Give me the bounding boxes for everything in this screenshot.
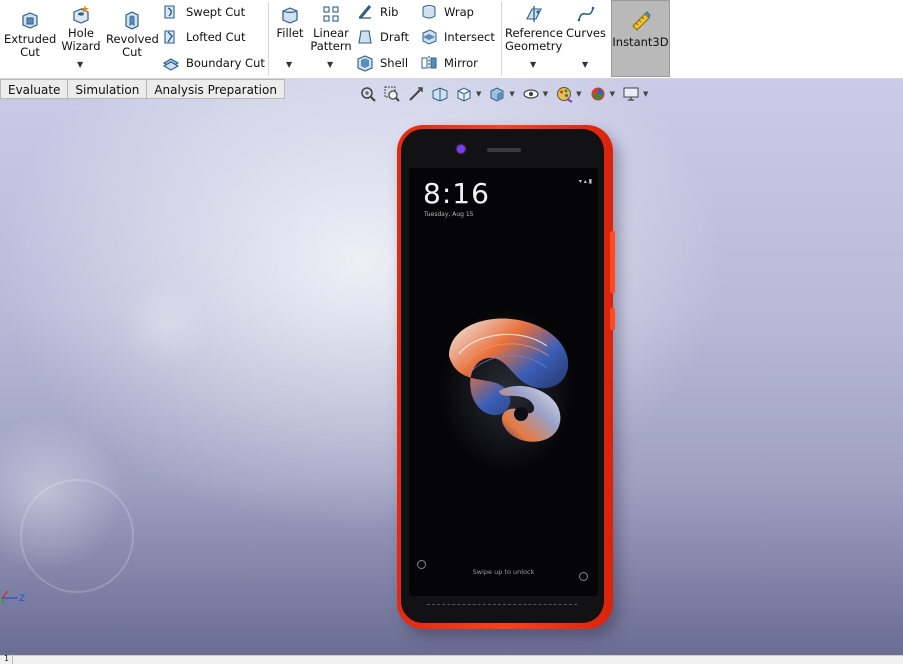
front-camera (457, 145, 465, 153)
revolved-cut-icon (125, 11, 139, 30)
boundary-cut-button[interactable]: Boundary Cut (162, 53, 265, 73)
heads-up-view-toolbar: ▼ ▼ ▼ ▼ ▼ ▼ (358, 83, 654, 105)
revolved-cut-label: Revolved Cut (106, 32, 159, 59)
phone-front-bezel: ▾ ▴ ▮ 8:16 Tuesday, Aug 15 Swipe up to u… (401, 129, 604, 623)
mirror-icon (421, 56, 437, 70)
volume-button (610, 231, 615, 293)
reference-geometry-dropdown-icon[interactable]: ▼ (530, 60, 536, 69)
rib-button[interactable]: Rib (356, 2, 399, 22)
command-manager-tabs: Evaluate Simulation Analysis Preparation (0, 79, 285, 100)
hole-wizard-icon (73, 5, 89, 24)
swept-cut-button[interactable]: Swept Cut (162, 2, 245, 22)
triad-axis-label: Z (19, 594, 25, 604)
graphics-viewport[interactable]: ▼ ▼ ▼ ▼ ▼ ▼ ▾ ▴ ▮ 8:16 Tuesday, Aug 15 S… (0, 79, 903, 655)
phone-chin (427, 604, 577, 607)
extruded-cut-button[interactable]: Extruded Cut (4, 10, 56, 59)
wrap-label: Wrap (444, 5, 474, 19)
view-settings-icon[interactable] (621, 84, 641, 104)
rib-label: Rib (380, 5, 399, 19)
curves-icon (577, 6, 595, 22)
instant3d-button[interactable]: Instant3D (611, 0, 670, 77)
reference-triad-icon: Z (1, 590, 25, 605)
linear-pattern-dropdown-icon[interactable]: ▼ (327, 60, 333, 69)
phone-3d-model[interactable]: ▾ ▴ ▮ 8:16 Tuesday, Aug 15 Swipe up to u… (397, 125, 615, 629)
unlock-hint: Swipe up to unlock (472, 568, 535, 576)
phone-status-icons: ▾ ▴ ▮ (578, 178, 592, 185)
lens-flare (120, 279, 210, 369)
lens-flare (20, 479, 134, 593)
lofted-cut-icon (164, 30, 175, 44)
view-orientation-icon[interactable] (454, 84, 474, 104)
extruded-cut-icon (22, 12, 38, 29)
extruded-cut-label: Extruded Cut (4, 32, 57, 59)
hide-show-items-icon[interactable] (521, 84, 541, 104)
reference-geometry-label: Reference Geometry (505, 26, 563, 53)
section-view-icon[interactable] (430, 84, 450, 104)
linear-pattern-button[interactable]: Linear Pattern (310, 4, 352, 53)
wrap-button[interactable]: Wrap (420, 2, 474, 22)
lens-flare (0, 409, 130, 579)
hole-wizard-button[interactable]: Hole Wizard (60, 4, 102, 53)
view-orientation-dropdown-icon[interactable]: ▼ (476, 90, 481, 98)
mirror-label: Mirror (444, 56, 478, 70)
shell-icon (357, 55, 373, 72)
command-manager-ribbon: Extruded Cut Hole Wizard ▼ Revolved Cut … (0, 0, 903, 79)
apply-scene-icon[interactable] (588, 84, 608, 104)
earpiece-speaker (487, 148, 521, 152)
instant3d-icon (631, 11, 650, 31)
curves-label: Curves (566, 26, 606, 40)
power-button (610, 308, 615, 330)
swept-cut-label: Swept Cut (186, 5, 246, 19)
curves-dropdown-icon[interactable]: ▼ (582, 60, 588, 69)
view-settings-dropdown-icon[interactable]: ▼ (643, 90, 648, 98)
intersect-icon (422, 29, 437, 45)
instant3d-label: Instant3D (612, 35, 669, 49)
ribbon-separator (501, 2, 502, 76)
fillet-button[interactable]: Fillet (274, 4, 306, 40)
linear-pattern-label: Linear Pattern (310, 26, 352, 53)
shell-label: Shell (380, 56, 409, 70)
draft-label: Draft (380, 30, 409, 44)
curves-button[interactable]: Curves (566, 4, 606, 40)
previous-view-icon[interactable] (406, 84, 426, 104)
revolved-cut-button[interactable]: Revolved Cut (106, 10, 159, 59)
draft-icon (358, 30, 372, 44)
fillet-label: Fillet (276, 26, 304, 40)
wrap-icon (422, 5, 436, 19)
wallpaper-swirl (449, 318, 569, 442)
display-style-icon[interactable] (487, 84, 507, 104)
zoom-to-fit-icon[interactable] (358, 84, 378, 104)
edit-appearance-icon[interactable] (554, 84, 574, 104)
boundary-cut-label: Boundary Cut (186, 56, 265, 70)
tab-simulation[interactable]: Simulation (68, 79, 148, 99)
hole-wizard-label: Hole Wizard (61, 26, 101, 53)
reference-geometry-button[interactable]: Reference Geometry (505, 4, 563, 53)
rib-icon (358, 5, 372, 19)
intersect-label: Intersect (444, 30, 495, 44)
lockscreen-time: 8:16 (423, 177, 490, 210)
apply-scene-dropdown-icon[interactable]: ▼ (610, 90, 615, 98)
fillet-icon (282, 7, 298, 24)
ribbon-separator (268, 2, 269, 76)
intersect-button[interactable]: Intersect (420, 27, 495, 47)
phone-screen: ▾ ▴ ▮ 8:16 Tuesday, Aug 15 Swipe up to u… (409, 168, 598, 596)
tab-analysis-preparation[interactable]: Analysis Preparation (147, 79, 285, 99)
lofted-cut-button[interactable]: Lofted Cut (162, 27, 245, 47)
edit-appearance-dropdown-icon[interactable]: ▼ (576, 90, 581, 98)
zoom-to-area-icon[interactable] (382, 84, 402, 104)
tab-evaluate[interactable]: Evaluate (0, 79, 69, 99)
swept-cut-icon (164, 5, 175, 19)
hide-show-dropdown-icon[interactable]: ▼ (543, 90, 548, 98)
display-style-dropdown-icon[interactable]: ▼ (509, 90, 514, 98)
boundary-cut-icon (162, 58, 180, 71)
draft-button[interactable]: Draft (356, 27, 409, 47)
linear-pattern-icon (323, 6, 339, 22)
mirror-button[interactable]: Mirror (420, 53, 478, 73)
shell-button[interactable]: Shell (356, 53, 408, 73)
reference-geometry-icon (525, 6, 542, 22)
hole-wizard-dropdown-icon[interactable]: ▼ (77, 60, 83, 69)
lockscreen-date: Tuesday, Aug 15 (424, 211, 474, 218)
fillet-dropdown-icon[interactable]: ▼ (286, 60, 292, 69)
lofted-cut-label: Lofted Cut (186, 30, 246, 44)
